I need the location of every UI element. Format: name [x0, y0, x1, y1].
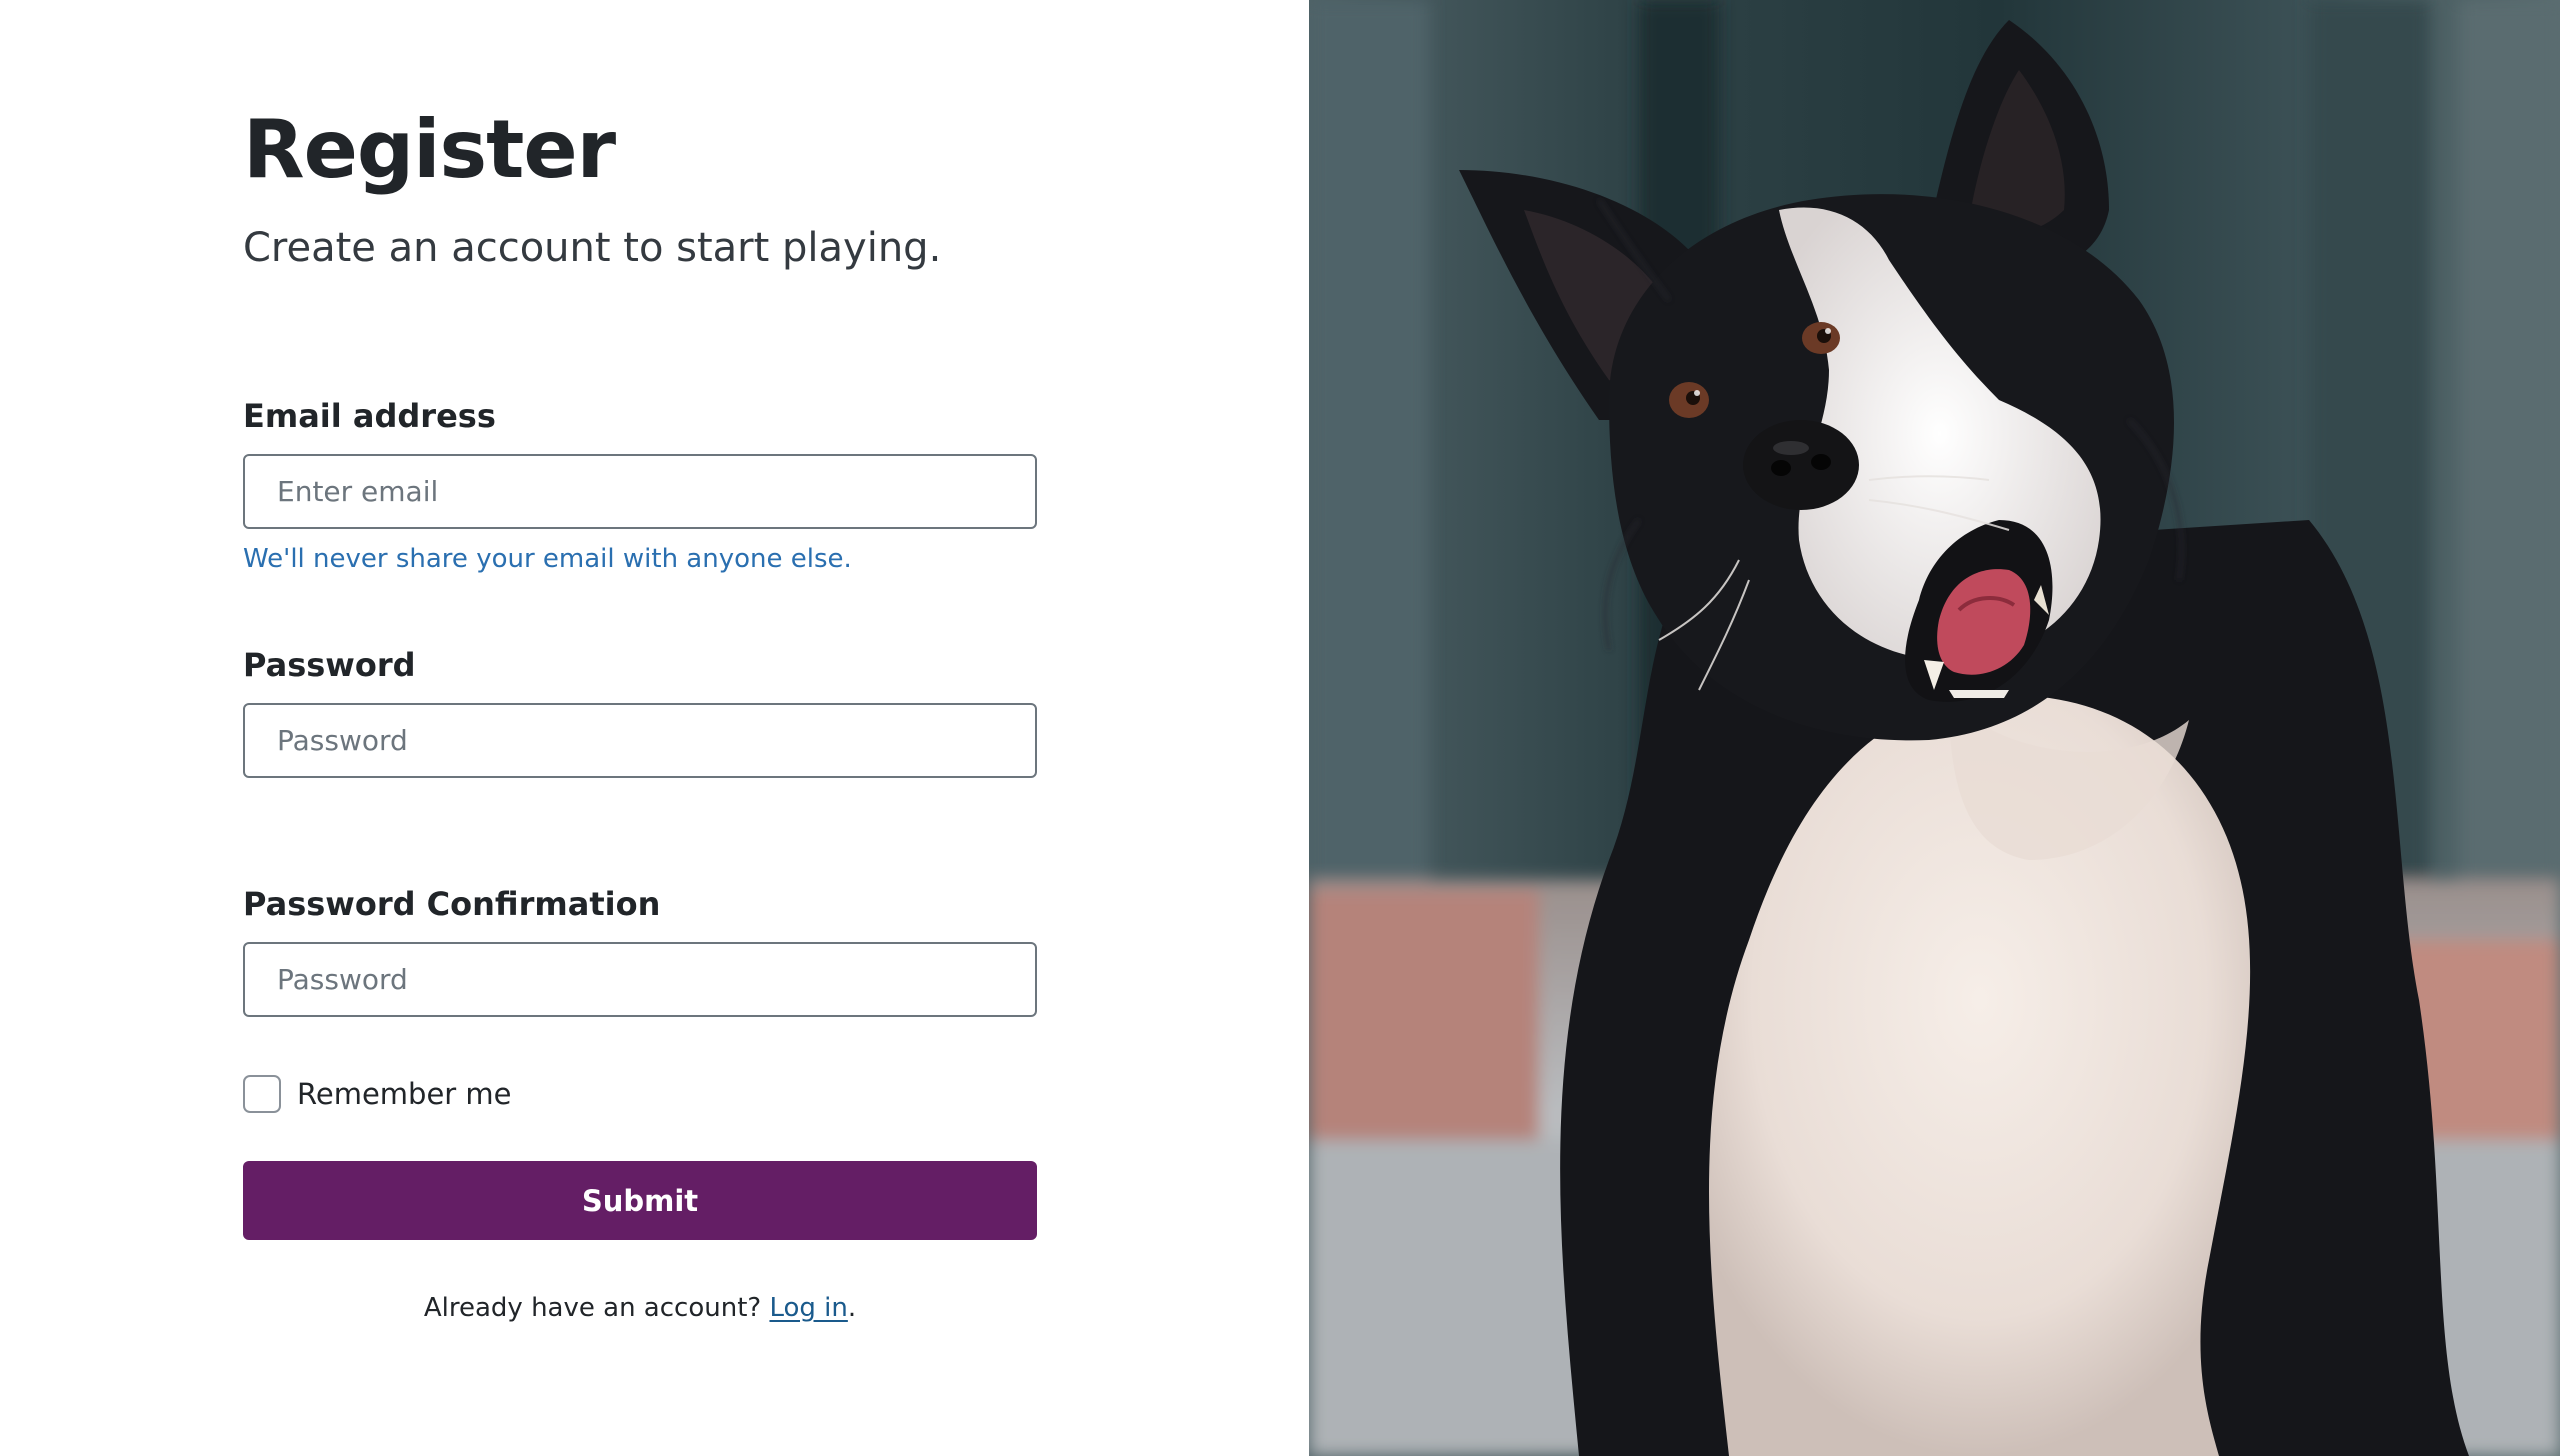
page-subtitle: Create an account to start playing.	[243, 225, 942, 271]
password-confirmation-label: Password Confirmation	[243, 885, 661, 923]
email-label: Email address	[243, 397, 496, 435]
register-page: Register Create an account to start play…	[0, 0, 2560, 1456]
login-prompt-period: .	[847, 1293, 857, 1323]
login-prompt: Already have an account? Log in.	[243, 1290, 1037, 1326]
dog-photo	[1309, 0, 2560, 1456]
login-link[interactable]: Log in	[769, 1293, 847, 1323]
form-panel: Register Create an account to start play…	[0, 0, 1309, 1456]
register-form: Register Create an account to start play…	[243, 98, 1037, 1326]
password-label: Password	[243, 646, 416, 684]
email-help-text: We'll never share your email with anyone…	[243, 544, 852, 574]
remember-me-label[interactable]: Remember me	[297, 1075, 512, 1113]
remember-me-row: Remember me	[243, 1075, 1037, 1113]
login-prompt-text: Already have an account?	[423, 1293, 762, 1323]
remember-me-checkbox[interactable]	[243, 1075, 281, 1113]
password-confirmation-input[interactable]	[243, 942, 1037, 1017]
password-input[interactable]	[243, 703, 1037, 778]
email-input[interactable]	[243, 454, 1037, 529]
hero-image	[1309, 0, 2560, 1456]
page-title: Register	[243, 103, 616, 196]
submit-button[interactable]: Submit	[243, 1161, 1037, 1240]
